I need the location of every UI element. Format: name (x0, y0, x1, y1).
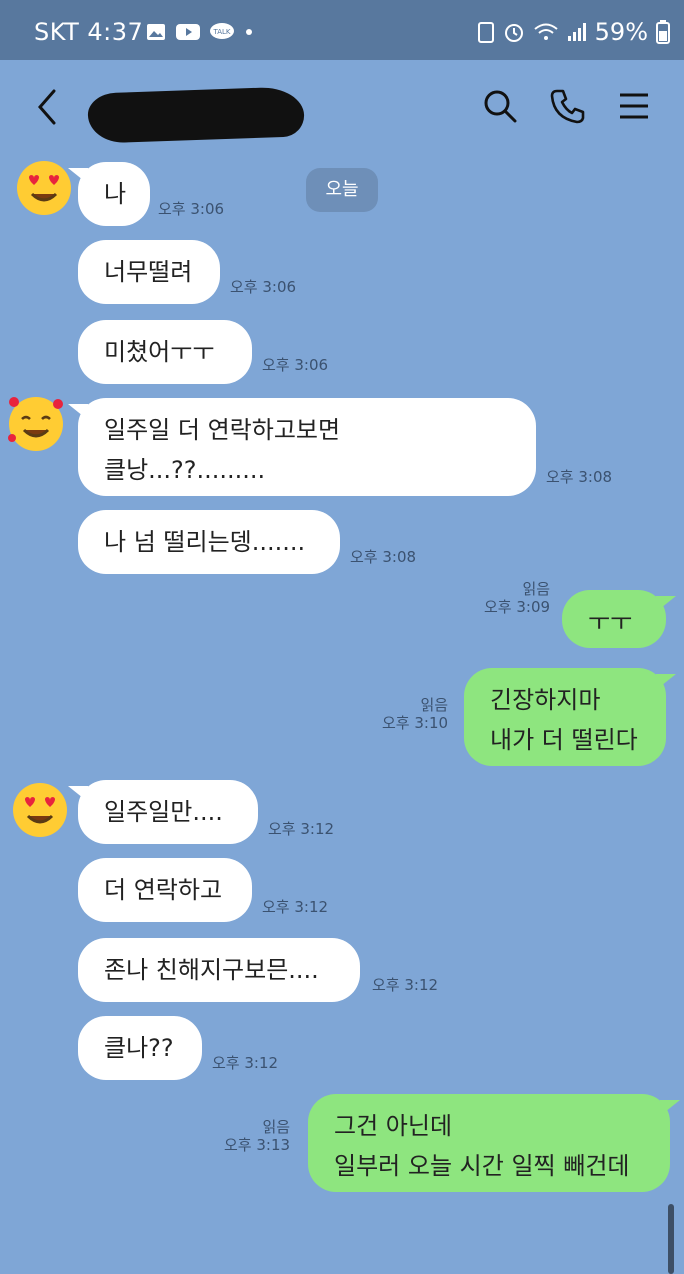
message-meta: 오후 3:06 (230, 278, 296, 296)
battery-icon (656, 20, 670, 44)
message-time: 오후 3:09 (484, 598, 551, 616)
scrollbar[interactable] (668, 1204, 674, 1274)
youtube-icon (176, 24, 200, 40)
menu-icon[interactable] (614, 86, 654, 126)
read-receipt: 읽음 (522, 580, 551, 598)
message-meta: 오후 3:12 (212, 1054, 278, 1072)
message-meta: 오후 3:12 (372, 976, 438, 994)
message-time: 오후 3:12 (212, 1054, 279, 1072)
chevron-left-icon[interactable] (30, 85, 64, 129)
received-message-bubble[interactable]: 더 연락하고 (78, 858, 252, 922)
chat-area[interactable]: 오늘 나 오후 3:06 너무떨려 오후 3:06 미쳤어ㅜㅜ 오후 3:06 일주일 더 … (0, 154, 684, 1274)
avatar[interactable] (10, 780, 70, 840)
wifi-icon (534, 23, 558, 40)
phone-icon[interactable] (548, 86, 588, 126)
gallery-icon (147, 24, 165, 40)
status-time: SKT 4:37 (34, 18, 144, 46)
received-message-bubble[interactable]: 미쳤어ㅜㅜ (78, 320, 252, 384)
received-message-bubble[interactable]: 일주일 더 연락하고보면 클낭...??......... (68, 398, 536, 496)
received-message-bubble[interactable]: 나 (68, 162, 150, 226)
battery-percent: 59% (594, 18, 648, 46)
message-time: 오후 3:08 (350, 548, 417, 566)
sent-message-bubble[interactable]: 긴장하지마 내가 더 떨린다 (464, 668, 676, 766)
talk-icon: TALK (210, 23, 234, 39)
received-message-bubble[interactable]: 존나 친해지구보믄.... (78, 938, 360, 1002)
chat-header (0, 60, 684, 154)
message-meta: 오후 3:08 (546, 468, 612, 486)
message-meta: 오후 3:08 (350, 548, 416, 566)
signal-icon (567, 23, 586, 41)
redacted-contact-name (87, 86, 305, 144)
received-message-bubble[interactable]: 나 넘 떨리는뎅....... (78, 510, 340, 574)
read-receipt: 읽음 (420, 696, 449, 714)
status-system-icons: 59% (477, 18, 670, 46)
message-time: 오후 3:12 (262, 898, 329, 916)
message-time: 오후 3:12 (372, 976, 439, 994)
recycle-icon (477, 22, 494, 43)
received-message-bubble[interactable]: 클나?? (78, 1016, 202, 1080)
message-meta: 오후 3:06 (158, 200, 224, 218)
status-notification-icons: TALK (146, 22, 254, 42)
message-time: 오후 3:13 (224, 1136, 291, 1154)
message-time: 오후 3:06 (158, 200, 225, 218)
message-time: 오후 3:08 (546, 468, 613, 486)
message-meta: 읽음 오후 3:13 (224, 1118, 290, 1154)
status-bar: SKT 4:37 TALK 59% (0, 0, 684, 60)
sent-message-bubble[interactable]: ㅜㅜ (562, 590, 676, 648)
sent-message-bubble[interactable]: 그건 아닌데 일부러 오늘 시간 일찍 빼건데 (308, 1094, 680, 1192)
read-receipt: 읽음 (262, 1118, 291, 1136)
message-meta: 읽음 오후 3:09 (484, 580, 550, 616)
message-meta: 오후 3:06 (262, 356, 328, 374)
message-time: 오후 3:06 (230, 278, 297, 296)
dot-icon (246, 29, 252, 35)
svg-text:TALK: TALK (212, 28, 230, 36)
message-meta: 오후 3:12 (262, 898, 328, 916)
message-time: 오후 3:06 (262, 356, 329, 374)
received-message-bubble[interactable]: 일주일만.... (68, 780, 258, 844)
message-time: 오후 3:10 (382, 714, 449, 732)
avatar[interactable] (14, 158, 74, 218)
message-meta: 읽음 오후 3:10 (382, 696, 448, 732)
date-divider: 오늘 (306, 168, 378, 212)
message-meta: 오후 3:12 (268, 820, 334, 838)
search-icon[interactable] (480, 86, 520, 126)
received-message-bubble[interactable]: 너무떨려 (78, 240, 220, 304)
message-time: 오후 3:12 (268, 820, 335, 838)
alarm-icon (504, 24, 523, 42)
avatar[interactable] (6, 394, 66, 454)
